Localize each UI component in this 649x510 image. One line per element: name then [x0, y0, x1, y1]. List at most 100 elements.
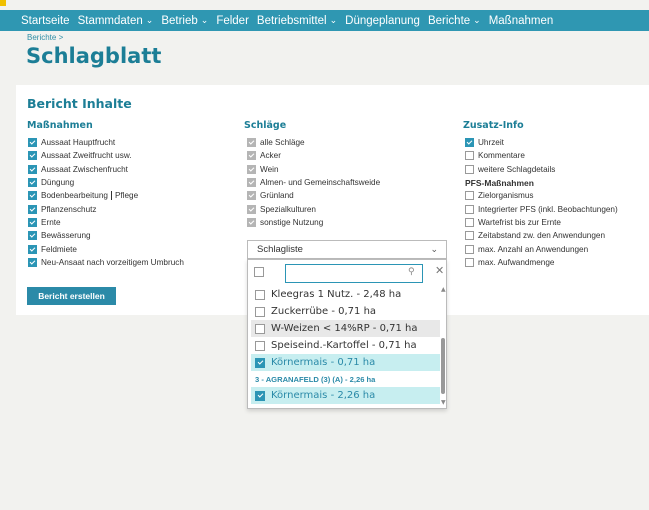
checkbox-checked[interactable]	[28, 244, 37, 254]
list-item[interactable]: Körnermais - 0,71 ha	[251, 354, 440, 371]
schlagliste-select[interactable]: Schlagliste ⌄	[247, 240, 447, 259]
checkbox-checked[interactable]	[247, 178, 256, 188]
checkbox-row[interactable]: max. Anzahl an Anwendungen	[465, 242, 618, 255]
checkbox-checked[interactable]	[28, 138, 37, 148]
checkbox-checked[interactable]	[465, 138, 474, 148]
checkbox-checked[interactable]	[255, 390, 265, 401]
nav-berichte[interactable]: Berichte ⌄	[428, 15, 481, 27]
checkbox[interactable]	[255, 340, 265, 351]
item-label: Körnermais - 2,26 ha	[271, 390, 376, 401]
scroll-up-icon[interactable]: ▲	[441, 286, 446, 293]
checkbox-row[interactable]: Integrierter PFS (inkl. Beobachtungen)	[465, 202, 618, 215]
checkbox-row[interactable]: max. Aufwandmenge	[465, 256, 618, 269]
checkbox-checked[interactable]	[247, 191, 256, 201]
dropdown-header: ⚲ ✕	[248, 260, 446, 285]
checkbox-row[interactable]: sonstige Nutzung	[247, 216, 380, 229]
select-all-checkbox[interactable]	[254, 267, 264, 277]
checkbox-checked[interactable]	[28, 151, 37, 161]
nav-label: Felder	[216, 14, 249, 27]
list-item[interactable]: Kleegras 1 Nutz. - 2,48 ha	[251, 286, 440, 303]
checkbox[interactable]	[255, 289, 265, 300]
list-item[interactable]: W-Weizen < 14%RP - 0,71 ha	[251, 320, 440, 337]
checkbox-row[interactable]: Almen- und Gemeinschaftsweide	[247, 176, 380, 189]
checkbox[interactable]	[465, 204, 474, 214]
checkbox[interactable]	[465, 257, 474, 267]
checkbox[interactable]	[465, 164, 474, 174]
schlaege-list: alle Schläge Acker Wein Almen- und Gemei…	[247, 136, 380, 229]
checkbox-checked[interactable]	[247, 204, 256, 214]
checkbox-label: Kommentare	[478, 151, 525, 161]
checkbox[interactable]	[465, 231, 474, 241]
create-report-button[interactable]: Bericht erstellen	[27, 287, 116, 305]
checkbox-checked[interactable]	[247, 138, 256, 148]
checkbox-label: Bewässerung	[41, 231, 91, 241]
checkbox-checked[interactable]	[28, 164, 37, 174]
nav-massnahmen[interactable]: Maßnahmen	[489, 15, 554, 27]
close-icon[interactable]: ✕	[435, 264, 444, 277]
checkbox-row[interactable]: Feldmiete	[28, 242, 184, 255]
checkbox-checked[interactable]	[28, 204, 37, 214]
checkbox-checked[interactable]	[247, 217, 256, 227]
nav-startseite[interactable]: Startseite	[21, 15, 70, 27]
checkbox[interactable]	[465, 217, 474, 227]
checkbox-row[interactable]: weitere Schlagdetails	[465, 163, 618, 176]
chevron-down-icon: ⌄	[430, 244, 438, 254]
nav-felder[interactable]: Felder	[216, 15, 249, 27]
checkbox-row[interactable]: Uhrzeit	[465, 136, 618, 149]
checkbox-checked[interactable]	[28, 217, 37, 227]
checkbox-label: weitere Schlagdetails	[478, 164, 556, 174]
checkbox-row[interactable]: Bewässerung	[28, 229, 184, 242]
checkbox-label: Spezialkulturen	[260, 204, 316, 214]
checkbox-row[interactable]: alle Schläge	[247, 136, 380, 149]
checkbox-row[interactable]: Wartefrist bis zur Ernte	[465, 216, 618, 229]
checkbox-checked[interactable]	[247, 151, 256, 161]
nav-stammdaten[interactable]: Stammdaten ⌄	[78, 15, 154, 27]
checkbox-checked[interactable]	[28, 257, 37, 267]
checkbox-label: Düngung	[41, 178, 75, 188]
list-item[interactable]: Körnermais - 2,26 ha	[251, 387, 440, 404]
checkbox-checked[interactable]	[247, 164, 256, 174]
checkbox-row[interactable]: Wein	[247, 163, 380, 176]
checkbox-row[interactable]: Pflanzenschutz	[28, 202, 184, 215]
checkbox-checked[interactable]	[28, 191, 37, 201]
checkbox-row[interactable]: Aussaat Zweitfrucht usw.	[28, 149, 184, 162]
checkbox-row[interactable]: Zeitabstand zw. den Anwendungen	[465, 229, 618, 242]
item-label: Zuckerrübe - 0,71 ha	[271, 306, 377, 317]
nav-betriebsmittel[interactable]: Betriebsmittel ⌄	[257, 15, 337, 27]
checkbox-checked[interactable]	[28, 178, 37, 188]
checkbox-checked[interactable]	[28, 231, 37, 241]
checkbox[interactable]	[255, 323, 265, 334]
zusatz-title: Zusatz-Info	[463, 120, 524, 131]
checkbox-row[interactable]: Acker	[247, 149, 380, 162]
checkbox-row[interactable]: Ernte	[28, 216, 184, 229]
checkbox-row[interactable]: Aussaat Zwischenfrucht	[28, 163, 184, 176]
checkbox-checked[interactable]	[255, 357, 265, 368]
nav-duengeplanung[interactable]: Düngeplanung	[345, 15, 420, 27]
nav-betrieb[interactable]: Betrieb ⌄	[161, 15, 208, 27]
scroll-down-icon[interactable]: ▼	[441, 399, 446, 406]
chevron-down-icon: ⌄	[473, 15, 481, 25]
item-label: W-Weizen < 14%RP - 0,71 ha	[271, 323, 418, 334]
item-label: Speiseind.-Kartoffel - 0,71 ha	[271, 340, 417, 351]
checkbox-row[interactable]: Kommentare	[465, 149, 618, 162]
checkbox-row[interactable]: Bodenbearbeitung Pflege	[28, 189, 184, 202]
checkbox-row[interactable]: Düngung	[28, 176, 184, 189]
checkbox[interactable]	[255, 306, 265, 317]
nav-label: Stammdaten	[77, 14, 143, 27]
checkbox-row[interactable]: Aussaat Hauptfrucht	[28, 136, 184, 149]
checkbox-row[interactable]: Neu-Ansaat nach vorzeitigem Umbruch	[28, 256, 184, 269]
checkbox-row[interactable]: Grünland	[247, 189, 380, 202]
nav-label: Düngeplanung	[345, 14, 420, 27]
scrollbar-thumb[interactable]	[441, 338, 445, 394]
checkbox[interactable]	[465, 244, 474, 254]
list-item[interactable]: Zuckerrübe - 0,71 ha	[251, 303, 440, 320]
list-item[interactable]: Speiseind.-Kartoffel - 0,71 ha	[251, 337, 440, 354]
checkbox-label: Acker	[260, 151, 281, 161]
checkbox[interactable]	[465, 151, 474, 161]
search-input[interactable]	[285, 264, 423, 283]
checkbox[interactable]	[465, 191, 474, 201]
checkbox-row[interactable]: Zielorganismus	[465, 189, 618, 202]
breadcrumb[interactable]: Berichte >	[27, 33, 63, 42]
scrollbar[interactable]: ▲ ▼	[441, 286, 446, 406]
checkbox-row[interactable]: Spezialkulturen	[247, 202, 380, 215]
